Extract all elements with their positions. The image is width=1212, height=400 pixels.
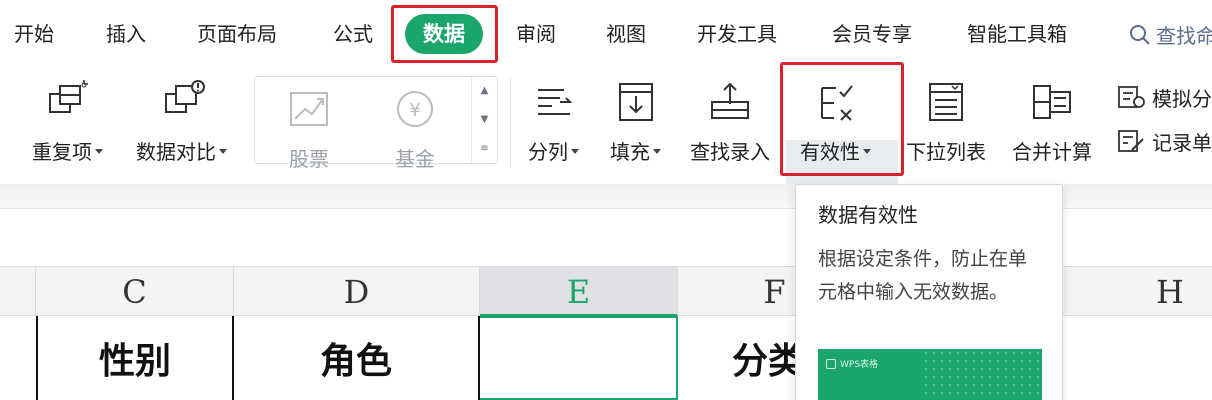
tab-page-layout[interactable]: 页面布局 xyxy=(197,20,277,48)
stock-chart-icon xyxy=(285,85,333,133)
cell-selected-e[interactable] xyxy=(480,316,678,400)
lookup-entry-label: 查找录入 xyxy=(690,140,770,164)
fill-label: 填充 xyxy=(610,140,650,164)
repeat-items-button[interactable]: 重复项 xyxy=(32,78,103,164)
column-header-e[interactable]: E xyxy=(480,267,678,317)
column-header-h[interactable]: H xyxy=(1072,267,1212,317)
tab-insert[interactable]: 插入 xyxy=(106,20,146,48)
data-compare-label: 数据对比 xyxy=(136,140,216,164)
tab-smart-toolbox[interactable]: 智能工具箱 xyxy=(967,20,1067,48)
search-label: 查找命 xyxy=(1156,24,1212,48)
record-form-button[interactable]: 记录单 xyxy=(1116,126,1212,156)
ribbon-toolbar: 重复项 数据对比 股票 ¥ 基金 ▲ ▼ ≡ 分列 填充 查找录入 有效性 下拉… xyxy=(0,62,1212,244)
stocks-button[interactable]: 股票 xyxy=(285,85,333,171)
record-form-icon xyxy=(1118,130,1144,152)
app-logo-icon xyxy=(826,358,836,369)
cell-gender-header[interactable]: 性别 xyxy=(36,316,234,400)
chevron-down-icon xyxy=(571,149,579,154)
tooltip-description: 根据设定条件，防止在单元格中输入无效数据。 xyxy=(818,248,1028,303)
tooltip-preview-image: WPS表格 xyxy=(818,349,1042,400)
dropdown-list-label: 下拉列表 xyxy=(906,140,986,164)
search-command[interactable]: 查找命 xyxy=(1128,20,1212,49)
gallery-scroll[interactable]: ▲ ▼ ≡ xyxy=(471,77,497,163)
dropdown-list-icon xyxy=(922,78,970,126)
consolidate-icon xyxy=(1028,78,1076,126)
dropdown-list-button[interactable]: 下拉列表 xyxy=(906,78,986,164)
data-compare-button[interactable]: 数据对比 xyxy=(136,78,227,164)
funds-button[interactable]: ¥ 基金 xyxy=(391,85,439,171)
stock-fund-gallery: 股票 ¥ 基金 ▲ ▼ ≡ xyxy=(254,76,498,171)
scroll-up-icon[interactable]: ▲ xyxy=(481,86,489,96)
split-column-button[interactable]: 分列 xyxy=(528,78,579,164)
tab-member-exclusive[interactable]: 会员专享 xyxy=(832,20,912,48)
repeat-items-icon xyxy=(44,78,92,126)
tooltip-title: 数据有效性 xyxy=(818,203,918,227)
tab-view[interactable]: 视图 xyxy=(606,20,646,48)
chevron-down-icon xyxy=(653,149,661,154)
tab-data[interactable]: 数据 xyxy=(405,14,483,54)
cell-role-header[interactable]: 角色 xyxy=(234,316,480,400)
expand-gallery-icon[interactable]: ≡ xyxy=(480,143,488,154)
split-column-label: 分列 xyxy=(528,140,568,164)
tab-review[interactable]: 审阅 xyxy=(516,20,556,48)
simulate-analysis-label: 模拟分 xyxy=(1152,86,1212,111)
dot-pattern xyxy=(922,349,1042,400)
chevron-down-icon xyxy=(219,149,227,154)
validity-button[interactable]: 有效性 xyxy=(800,78,871,164)
simulate-analysis-button[interactable]: 模拟分 xyxy=(1116,82,1212,112)
menu-bar: 开始 插入 页面布局 公式 数据 审阅 视图 开发工具 会员专享 智能工具箱 查… xyxy=(0,0,1212,68)
chevron-down-icon xyxy=(95,149,103,154)
ribbon-separator xyxy=(510,78,511,168)
stocks-label: 股票 xyxy=(289,147,329,171)
fill-button[interactable]: 填充 xyxy=(610,78,661,164)
column-header-d[interactable]: D xyxy=(234,267,480,317)
tab-developer-tools[interactable]: 开发工具 xyxy=(697,20,777,48)
data-compare-icon xyxy=(158,78,206,126)
search-icon xyxy=(1130,24,1150,45)
consolidate-button[interactable]: 合并计算 xyxy=(1012,78,1092,164)
repeat-items-label: 重复项 xyxy=(32,140,92,164)
split-column-icon xyxy=(530,78,578,126)
validity-icon xyxy=(812,78,860,126)
chevron-down-icon xyxy=(863,149,871,154)
column-header-c[interactable]: C xyxy=(36,267,234,317)
record-form-label: 记录单 xyxy=(1152,130,1212,155)
upload-tray-icon xyxy=(706,78,754,126)
fill-down-icon xyxy=(612,78,660,126)
simulate-analysis-icon xyxy=(1118,86,1145,108)
preview-label: WPS表格 xyxy=(840,360,879,370)
scroll-down-icon[interactable]: ▼ xyxy=(481,114,489,125)
validity-tooltip: 数据有效性 根据设定条件，防止在单元格中输入无效数据。 WPS表格 xyxy=(795,184,1063,400)
yen-coin-icon: ¥ xyxy=(391,85,439,133)
tab-formulas[interactable]: 公式 xyxy=(333,20,373,48)
funds-label: 基金 xyxy=(395,147,435,171)
svg-text:¥: ¥ xyxy=(409,100,420,121)
row-header-corner[interactable] xyxy=(0,267,36,317)
validity-label: 有效性 xyxy=(800,140,860,164)
lookup-entry-button[interactable]: 查找录入 xyxy=(690,78,770,164)
consolidate-label: 合并计算 xyxy=(1012,140,1092,164)
tab-home[interactable]: 开始 xyxy=(14,20,54,48)
